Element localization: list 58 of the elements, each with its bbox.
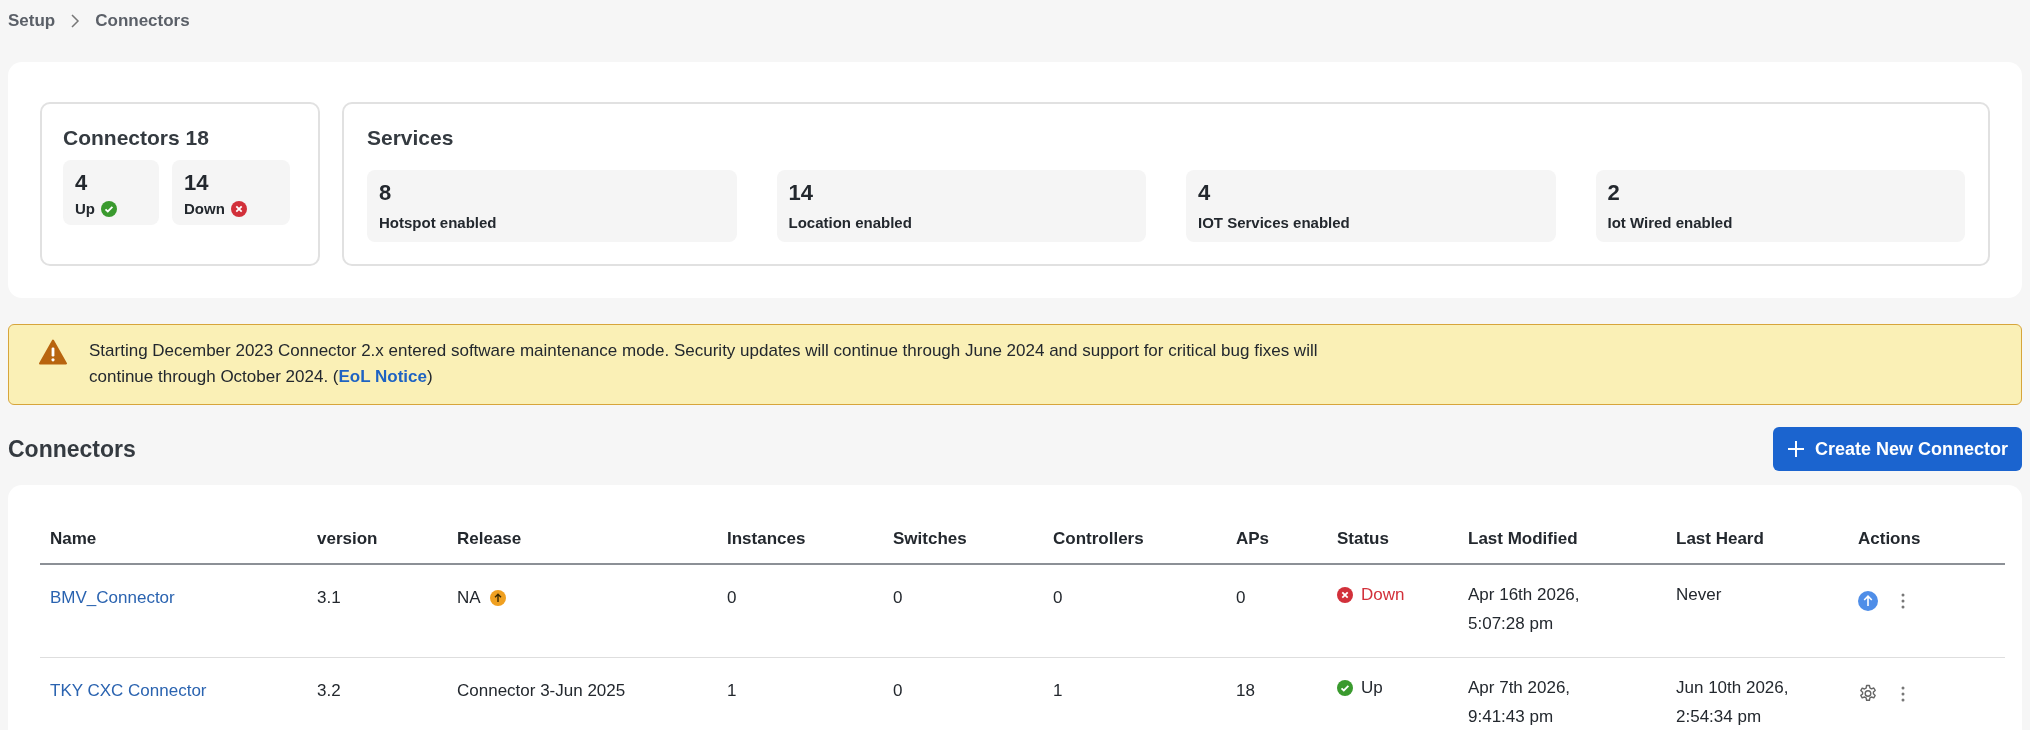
service-label: IOT Services enabled bbox=[1198, 214, 1350, 231]
service-label: Location enabled bbox=[788, 214, 912, 231]
column-header: Instances bbox=[717, 515, 883, 565]
count-value: 4 bbox=[75, 170, 89, 196]
table-cell-text: Never bbox=[1676, 584, 1723, 606]
panel-title: Connectors 18 bbox=[63, 126, 210, 150]
connector-link[interactable]: TKY CXC Connector bbox=[50, 681, 207, 700]
count-value: 14 bbox=[184, 170, 210, 196]
breadcrumb-link[interactable]: Setup bbox=[8, 11, 56, 31]
connector-link[interactable]: BMV_Connector bbox=[50, 588, 175, 607]
section-title: Connectors bbox=[8, 435, 136, 463]
column-header: Controllers bbox=[1043, 515, 1226, 565]
table-cell-text: Connector 3-Jun 2025 bbox=[457, 680, 626, 702]
more-options-icon[interactable] bbox=[1900, 592, 1906, 610]
table-cell: 0 bbox=[893, 681, 903, 700]
column-header: Last Modified bbox=[1458, 515, 1666, 565]
table-cell: 18 bbox=[1236, 681, 1255, 700]
table-cell: 0 bbox=[727, 588, 737, 607]
column-header: Name bbox=[40, 515, 307, 565]
table-cell-text: Apr 16th 2026, 5:07:28 pm bbox=[1468, 584, 1581, 635]
count-label: Down bbox=[184, 200, 225, 217]
count-label: Up bbox=[75, 200, 95, 217]
table-cell: 0 bbox=[893, 588, 903, 607]
warning-icon bbox=[39, 339, 67, 365]
column-header: version bbox=[307, 515, 447, 565]
plus-icon bbox=[1786, 440, 1805, 458]
table-cell: 0 bbox=[1053, 588, 1063, 607]
settings-icon[interactable] bbox=[1858, 684, 1878, 704]
table-cell: 3.1 bbox=[317, 588, 341, 607]
service-label: Hotspot enabled bbox=[379, 214, 497, 231]
column-header: APs bbox=[1226, 515, 1327, 565]
column-header: Switches bbox=[883, 515, 1043, 565]
service-count: 4 bbox=[1198, 180, 1212, 206]
status-text: Down bbox=[1361, 584, 1405, 606]
service-count: 14 bbox=[788, 180, 814, 206]
table-cell-text: Jun 10th 2026, 2:54:34 pm bbox=[1676, 677, 1790, 728]
panel-title: Services bbox=[367, 126, 455, 150]
upgrade-icon[interactable] bbox=[1858, 591, 1878, 611]
notice-text: Starting December 2023 Connector 2.x entered software maintenance mode. Security updates will continue through June 2024 and support for critical bug fixes will continue through October 2024. (EoL Notice) bbox=[89, 340, 1319, 388]
table-cell: 1 bbox=[727, 681, 737, 700]
column-header: Release bbox=[447, 515, 717, 565]
eol-notice-link[interactable]: EoL Notice bbox=[338, 367, 427, 386]
chevron-right-icon bbox=[69, 14, 82, 28]
service-count: 8 bbox=[379, 180, 393, 206]
more-options-icon[interactable] bbox=[1900, 685, 1906, 703]
table-cell: 0 bbox=[1236, 588, 1246, 607]
column-header: Status bbox=[1327, 515, 1458, 565]
status-text: Up bbox=[1361, 677, 1383, 699]
service-count: 2 bbox=[1607, 180, 1621, 206]
breadcrumb-current: Connectors bbox=[95, 11, 190, 31]
table-cell: 3.2 bbox=[317, 681, 341, 700]
table-cell-text: Apr 7th 2026, 9:41:43 pm bbox=[1468, 677, 1572, 728]
table-cell: 1 bbox=[1053, 681, 1063, 700]
column-header: Actions bbox=[1848, 515, 2005, 565]
column-header: Last Heard bbox=[1666, 515, 1848, 565]
table-cell-text: NA bbox=[457, 587, 481, 609]
create-connector-button[interactable]: Create New Connector bbox=[1772, 427, 2022, 471]
service-label: Iot Wired enabled bbox=[1607, 214, 1733, 231]
